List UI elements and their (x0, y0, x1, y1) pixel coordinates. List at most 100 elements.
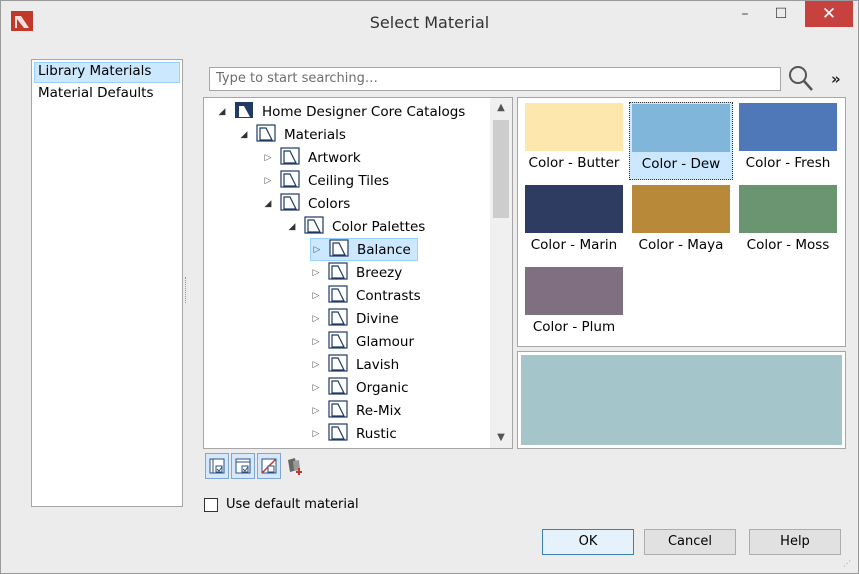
collapse-arrow-icon[interactable]: ◢ (286, 222, 298, 232)
minimize-button[interactable]: – (727, 1, 763, 27)
cancel-button[interactable]: Cancel (644, 529, 736, 555)
swatch-label: Color - Fresh (745, 155, 831, 171)
tree-item[interactable]: ▷ Contrasts (310, 284, 423, 307)
swatch-label: Color - Moss (746, 237, 830, 253)
tree-item-label: Materials (284, 126, 346, 143)
hide-unchecked-icon[interactable] (257, 453, 281, 479)
tree-item-label: Contrasts (356, 287, 421, 304)
tree-item[interactable]: ▷ Organic (310, 376, 411, 399)
swatch-chip (632, 104, 730, 152)
material-swatch[interactable]: Color - Plum (522, 266, 626, 344)
use-default-material-checkbox[interactable]: Use default material (204, 497, 359, 512)
tree-item[interactable]: ▷ Lavish (310, 353, 401, 376)
tree-item[interactable]: ▷ Ceiling Tiles (262, 169, 391, 192)
more-options-button[interactable]: » (831, 70, 841, 88)
tree-item-label: Rustic (356, 425, 397, 442)
checkbox-box[interactable] (204, 497, 218, 512)
folder-icon (256, 123, 282, 146)
swatch-label: Color - Dew (641, 156, 721, 172)
expand-arrow-icon[interactable]: ▷ (311, 245, 323, 255)
tree-item[interactable]: ▷ Balance (310, 238, 418, 261)
list-item-material-defaults[interactable]: Material Defaults (32, 83, 182, 104)
swatch-chip (525, 103, 623, 151)
expand-arrow-icon[interactable]: ▷ (310, 314, 322, 324)
preview-swatch (521, 355, 842, 445)
swatch-label: Color - Plum (532, 319, 616, 335)
tree-item[interactable]: ▷ Breezy (310, 261, 404, 284)
swatch-chip (632, 185, 730, 233)
scroll-up-icon[interactable]: ▲ (490, 98, 512, 118)
maximize-button[interactable]: ☐ (763, 1, 799, 27)
swatch-chip (739, 103, 837, 151)
tree-item[interactable]: ◢ Colors (262, 192, 352, 215)
tree-item-label: Color Palettes (332, 218, 426, 235)
tree-item[interactable]: ▷ Rustic (310, 422, 399, 445)
search-icon[interactable] (787, 63, 815, 93)
swatch-chip (525, 185, 623, 233)
collapse-arrow-icon[interactable]: ◢ (216, 107, 228, 117)
list-item-library-materials[interactable]: Library Materials (34, 62, 180, 83)
tree-toolbar (205, 453, 307, 481)
tree-item-label: Balance (357, 241, 411, 258)
tree-item-label: Lavish (356, 356, 400, 373)
folder-icon (304, 215, 330, 238)
tree-item[interactable]: ▷ Glamour (310, 330, 416, 353)
material-swatch[interactable]: Color - Butter (522, 102, 626, 180)
material-swatch[interactable]: Color - Fresh (736, 102, 840, 180)
search-input[interactable]: Type to start searching… (209, 67, 781, 91)
expand-arrow-icon[interactable]: ▷ (310, 268, 322, 278)
folder-icon (280, 169, 306, 192)
material-swatch[interactable]: Color - Maya (629, 184, 733, 262)
tree-item[interactable]: ▷ Divine (310, 307, 401, 330)
splitter-grip[interactable] (185, 277, 187, 303)
expand-arrow-icon[interactable]: ▷ (310, 383, 322, 393)
tree-item[interactable]: ◢ Home Designer Core Catalogs (216, 100, 467, 123)
folder-icon (328, 307, 354, 330)
category-list: Library Materials Material Defaults (31, 59, 183, 507)
tree-item-label: Organic (356, 379, 409, 396)
folder-icon (328, 353, 354, 376)
tree-item[interactable]: ◢ Materials (238, 123, 348, 146)
scroll-thumb[interactable] (493, 120, 509, 218)
select-material-dialog: Select Material – ☐ ✕ Library Materials … (0, 0, 859, 574)
folder-icon (328, 330, 354, 353)
tree-item-label: Ceiling Tiles (308, 172, 390, 189)
material-swatch[interactable]: Color - Marin (522, 184, 626, 262)
material-swatch[interactable]: Color - Moss (736, 184, 840, 262)
folder-icon (329, 238, 355, 261)
tree-item-label: Artwork (308, 149, 361, 166)
folder-icon (328, 399, 354, 422)
add-material-icon[interactable] (283, 453, 307, 479)
close-button[interactable]: ✕ (805, 1, 853, 27)
resize-grip-icon[interactable]: ⋰ (843, 559, 851, 568)
tree-item-label: Home Designer Core Catalogs (262, 103, 466, 120)
swatch-label: Color - Marin (530, 237, 618, 253)
tree-item[interactable]: ▷ Re-Mix (310, 399, 403, 422)
expand-arrow-icon[interactable]: ▷ (310, 360, 322, 370)
ok-button[interactable]: OK (542, 529, 634, 555)
show-checked-icon[interactable] (231, 453, 255, 479)
folder-icon (280, 192, 306, 215)
tree-item-label: Re-Mix (356, 402, 402, 419)
expand-arrow-icon[interactable]: ▷ (262, 153, 274, 163)
expand-arrow-icon[interactable]: ▷ (310, 429, 322, 439)
show-all-icon[interactable] (205, 453, 229, 479)
folder-icon (328, 284, 354, 307)
folder-icon (328, 422, 354, 445)
catalog-tree: ◢ Home Designer Core Catalogs ◢ Materials ▷ A… (203, 97, 513, 449)
collapse-arrow-icon[interactable]: ◢ (238, 130, 250, 140)
expand-arrow-icon[interactable]: ▷ (310, 291, 322, 301)
material-swatch[interactable]: Color - Dew (629, 102, 733, 180)
expand-arrow-icon[interactable]: ▷ (310, 406, 322, 416)
tree-item[interactable]: ▷ Artwork (262, 146, 363, 169)
tree-scrollbar[interactable]: ▲ ▼ (490, 98, 512, 448)
expand-arrow-icon[interactable]: ▷ (262, 176, 274, 186)
catalog-icon (234, 101, 260, 123)
help-button[interactable]: Help (749, 529, 841, 555)
title-bar: Select Material – ☐ ✕ (1, 1, 858, 43)
folder-icon (280, 146, 306, 169)
collapse-arrow-icon[interactable]: ◢ (262, 199, 274, 209)
scroll-down-icon[interactable]: ▼ (490, 428, 512, 448)
tree-item[interactable]: ◢ Color Palettes (286, 215, 427, 238)
expand-arrow-icon[interactable]: ▷ (310, 337, 322, 347)
